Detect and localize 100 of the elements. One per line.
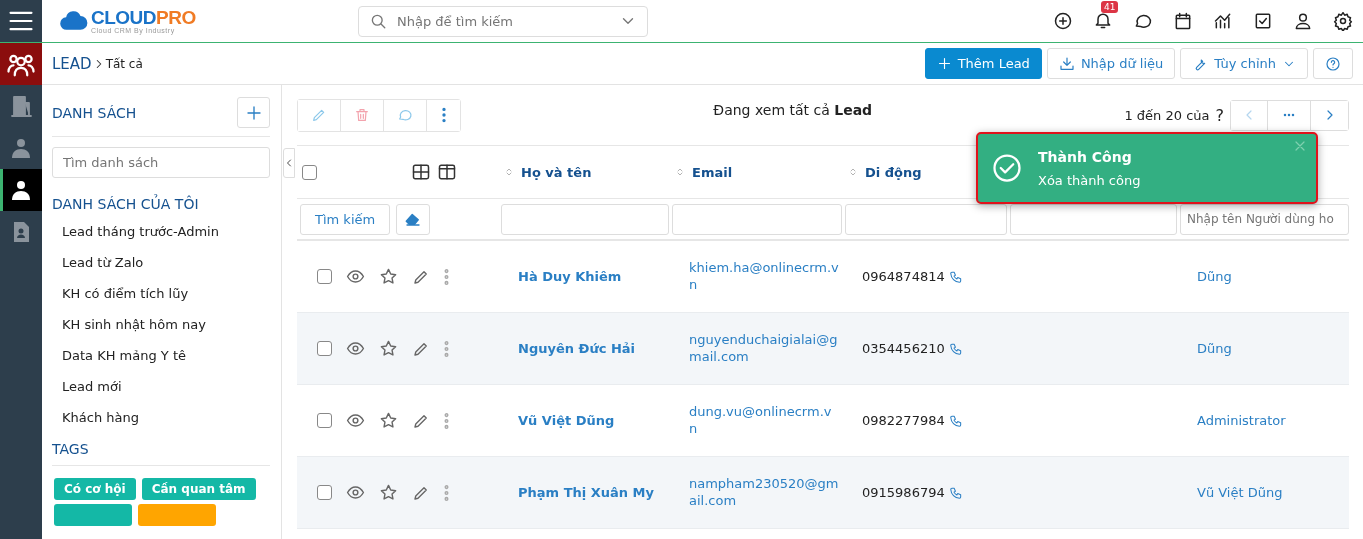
- owner-link[interactable]: Dũng: [1197, 269, 1349, 284]
- email-link[interactable]: dung.vu@onlinecrm.vn: [689, 403, 839, 438]
- profile-button[interactable]: [1293, 11, 1313, 31]
- phone-icon[interactable]: [948, 341, 963, 356]
- plus-icon: [244, 103, 263, 122]
- list-item[interactable]: Khách hàng: [52, 402, 270, 433]
- checkbox[interactable]: [317, 341, 332, 356]
- filter-field[interactable]: [1010, 203, 1177, 235]
- kebab-icon[interactable]: [444, 484, 449, 501]
- plus-icon: [936, 56, 952, 71]
- module-tab[interactable]: [0, 169, 42, 211]
- toast-title: Thành Công: [1038, 148, 1133, 165]
- filter-field[interactable]: [845, 203, 1007, 235]
- star-icon[interactable]: [379, 483, 398, 502]
- lead-name-link[interactable]: Hà Duy Khiêm: [518, 269, 686, 284]
- breadcrumb-module[interactable]: LEAD: [52, 54, 92, 73]
- checkbox-icon: [1253, 11, 1273, 31]
- eye-icon[interactable]: [346, 483, 365, 502]
- task-button[interactable]: [1253, 11, 1273, 31]
- add-list-button[interactable]: [237, 97, 270, 128]
- lead-name-link[interactable]: Phạm Thị Xuân My: [518, 485, 686, 500]
- email-link[interactable]: nguyenduchaigialai@gmail.com: [689, 331, 839, 366]
- person-icon[interactable]: [9, 178, 33, 202]
- star-icon[interactable]: [379, 411, 398, 430]
- building-icon[interactable]: [9, 94, 33, 118]
- kebab-icon[interactable]: [444, 412, 449, 429]
- plus-circle-icon: [1053, 11, 1073, 31]
- settings-button[interactable]: [1333, 11, 1353, 31]
- checkbox[interactable]: [317, 485, 332, 500]
- kebab-icon[interactable]: [444, 340, 449, 357]
- filter-field[interactable]: Nhập tên Người dùng ho: [1180, 203, 1349, 235]
- check-circle-icon: [992, 153, 1022, 183]
- phone-number: 0915986794: [862, 485, 945, 500]
- checkbox[interactable]: [317, 269, 332, 284]
- lead-name-link[interactable]: Nguyên Đức Hải: [518, 341, 686, 356]
- pencil-icon: [311, 107, 327, 123]
- notification-badge: 41: [1101, 0, 1119, 13]
- lead-name-link[interactable]: Vũ Việt Dũng: [518, 413, 686, 428]
- add-button[interactable]: [1053, 11, 1073, 31]
- owner-link[interactable]: Dũng: [1197, 341, 1349, 356]
- list-item[interactable]: Data KH mảng Y tê: [52, 340, 270, 371]
- list-item[interactable]: Lead từ Zalo: [52, 247, 270, 278]
- report-button[interactable]: [1213, 11, 1233, 31]
- customize-button[interactable]: Tùy chỉnh: [1180, 48, 1308, 79]
- chart-icon: [1213, 11, 1233, 31]
- tags-heading: TAGS: [52, 441, 270, 466]
- column-header[interactable]: Di động: [847, 164, 1009, 180]
- eye-icon[interactable]: [346, 339, 365, 358]
- checkbox[interactable]: [302, 164, 317, 180]
- eye-icon[interactable]: [346, 411, 365, 430]
- add-lead-button[interactable]: Thêm Lead: [924, 48, 1042, 79]
- filter-field[interactable]: [501, 203, 669, 235]
- help-button[interactable]: [1313, 48, 1353, 79]
- download-tray-icon: [1058, 55, 1075, 72]
- search-button[interactable]: Tìm kiếm: [300, 203, 391, 235]
- settings-icon: [1333, 11, 1353, 31]
- email-link[interactable]: nampham230520@gmail.com: [689, 475, 839, 510]
- list-item[interactable]: KH sinh nhật hôm nay: [52, 309, 270, 340]
- list-item[interactable]: KH có điểm tích lũy: [52, 278, 270, 309]
- tag[interactable]: Có cơ hội: [54, 478, 136, 500]
- phone-number: 0964874814: [862, 269, 945, 284]
- calendar-icon: [1173, 11, 1193, 31]
- kebab-icon[interactable]: [444, 268, 449, 285]
- column-header[interactable]: Họ và tên: [503, 164, 671, 180]
- list-item[interactable]: Lead mới: [52, 371, 270, 402]
- tag[interactable]: Cần quan tâm: [141, 478, 256, 500]
- kebab-icon: [441, 107, 446, 123]
- columns-icon[interactable]: [437, 162, 457, 182]
- search-field[interactable]: Nhập để tìm kiếm: [358, 5, 648, 37]
- list-item[interactable]: Lead tháng trước-Admin: [52, 216, 270, 247]
- search-icon: [369, 12, 387, 30]
- star-icon[interactable]: [379, 339, 398, 358]
- import-button[interactable]: Nhập dữ liệu: [1046, 48, 1176, 79]
- collapse-button[interactable]: [283, 148, 295, 178]
- email-link[interactable]: khiem.ha@onlinecrm.vn: [689, 259, 839, 294]
- calendar-button[interactable]: [1173, 11, 1193, 31]
- eye-icon[interactable]: [346, 267, 365, 286]
- module-tab[interactable]: [0, 43, 42, 85]
- column-header[interactable]: Email: [674, 164, 844, 180]
- checkbox[interactable]: [317, 413, 332, 428]
- phone-icon[interactable]: [948, 413, 963, 428]
- owner-link[interactable]: Administrator: [1197, 413, 1349, 428]
- phone-icon[interactable]: [948, 485, 963, 500]
- grid-icon[interactable]: [411, 162, 431, 182]
- list-heading: DANH SÁCH: [52, 104, 137, 121]
- toast-message: Xóa thành công: [1038, 172, 1141, 188]
- clear-filter-button[interactable]: [396, 203, 431, 235]
- question-circle-icon: [1325, 55, 1341, 72]
- pager-total[interactable]: ?: [1215, 105, 1224, 125]
- pager-range: 1 đến 20 của: [1124, 107, 1210, 123]
- owner-link[interactable]: Vũ Việt Dũng: [1197, 485, 1349, 500]
- list-search-field[interactable]: Tìm danh sách: [52, 147, 270, 178]
- user-icon: [1293, 11, 1313, 31]
- viewing-caption: Đang xem tất cả Lead: [712, 102, 874, 118]
- filter-field[interactable]: [672, 203, 842, 235]
- phone-icon[interactable]: [948, 269, 963, 284]
- menu-button[interactable]: [0, 0, 42, 42]
- star-icon[interactable]: [379, 267, 398, 286]
- phone-number: 0354456210: [862, 341, 945, 356]
- breadcrumb-current: Tất cả: [105, 56, 143, 71]
